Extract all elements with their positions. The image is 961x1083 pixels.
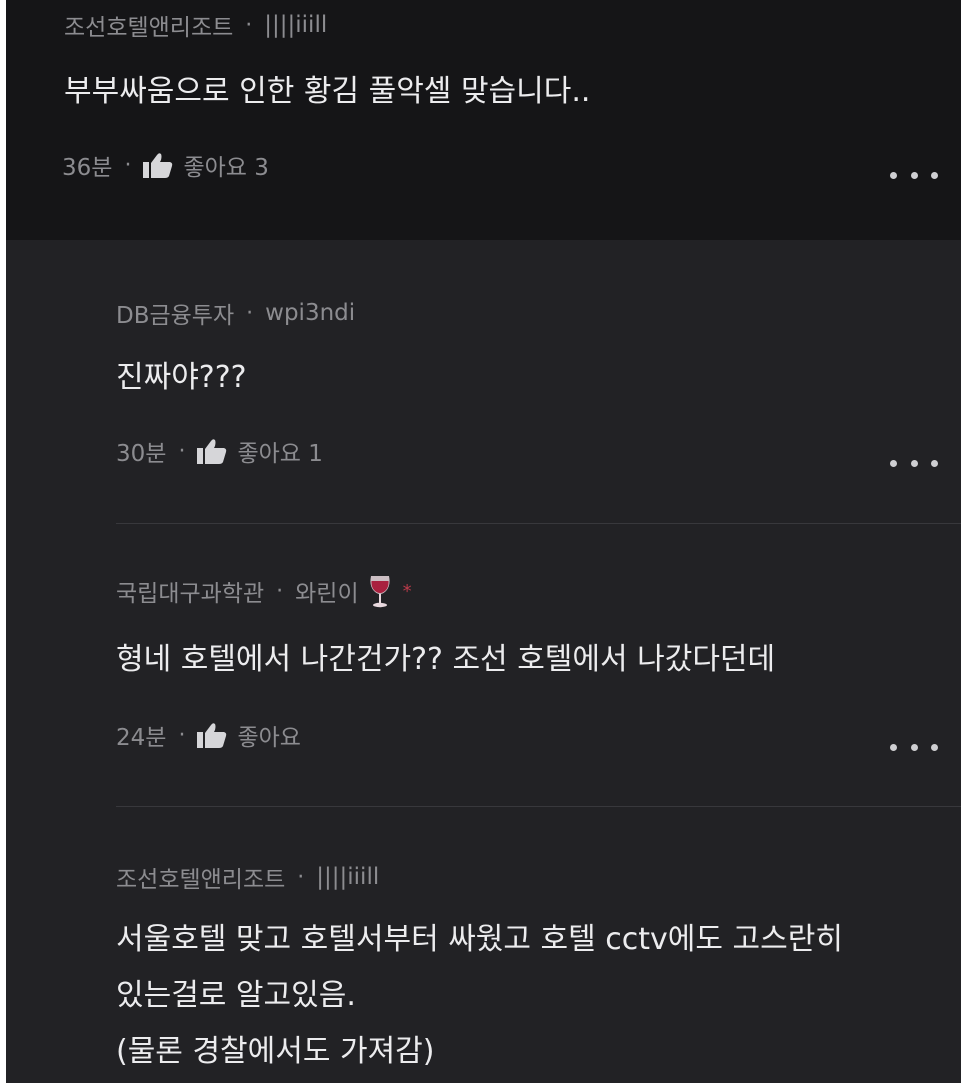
more-options-icon (890, 459, 897, 467)
comment-meta: DB금융투자 · wpi3ndi (116, 296, 355, 330)
more-options-button[interactable] (890, 168, 938, 182)
meta-separator: · (297, 864, 305, 890)
meta-separator: · (276, 578, 284, 604)
comment-text-line: 부부싸움으로 인한 황김 풀악셀 맞습니다.. (64, 74, 591, 109)
comment-time: 24분 (116, 725, 167, 751)
badge-marker: * (402, 580, 412, 602)
like-button[interactable]: 좋아요 1 (197, 434, 323, 468)
comment-footer: 30분 · 좋아요 1 (116, 434, 323, 468)
wine-glass-icon (370, 576, 390, 608)
comment-text: 부부싸움으로 인한 황김 풀악셀 맞습니다.. (64, 64, 590, 120)
author-handle[interactable]: 와린이 (295, 574, 358, 608)
meta-separator: · (245, 12, 253, 38)
author-name[interactable]: 조선호텔앤리조트 (64, 8, 233, 42)
meta-separator: · (178, 438, 186, 464)
like-count: 좋아요 1 (237, 441, 323, 467)
comment-text: 형네 호텔에서 나간건가?? 조선 호텔에서 나갔다던데 (116, 632, 775, 688)
comment-time: 36분 (62, 155, 113, 181)
author-name[interactable]: DB금융투자 (116, 296, 234, 330)
comment-meta: 국립대구과학관 · 와린이 * (116, 574, 412, 608)
more-options-icon (890, 171, 897, 179)
meta-separator: · (178, 722, 186, 748)
author-handle[interactable]: ||||iiill (264, 12, 327, 38)
like-button[interactable]: 좋아요 (197, 718, 301, 752)
comment-text-line: 있는걸로 알고있음. (116, 978, 356, 1013)
comment-text-line: 진짜야??? (116, 360, 247, 395)
meta-separator: · (246, 300, 254, 326)
replies-section: DB금융투자 · wpi3ndi 진짜야??? 30분 · 좋아요 1 국립대구… (6, 240, 961, 1083)
more-options-button[interactable] (890, 740, 938, 754)
more-options-button[interactable] (890, 456, 938, 470)
divider (116, 523, 961, 524)
thumbs-up-icon (197, 439, 227, 464)
thumbs-up-icon (143, 153, 173, 178)
meta-separator: · (124, 152, 132, 178)
author-handle[interactable]: ||||iiill (316, 864, 379, 890)
divider (116, 806, 961, 807)
author-name[interactable]: 국립대구과학관 (116, 574, 264, 608)
comment-text-line: 형네 호텔에서 나간건가?? 조선 호텔에서 나갔다던데 (116, 642, 776, 677)
comment-text-line: (물론 경찰에서도 가져감) (116, 1034, 435, 1069)
comment-meta: 조선호텔앤리조트 · ||||iiill (116, 860, 379, 894)
comment-text-line: 서울호텔 맞고 호텔서부터 싸웠고 호텔 cctv에도 고스란히 (116, 922, 843, 957)
top-comment: 조선호텔앤리조트 · ||||iiill 부부싸움으로 인한 황김 풀악셀 맞습… (6, 0, 961, 240)
comment-footer: 24분 · 좋아요 (116, 718, 301, 752)
comment-footer: 36분 · 좋아요 3 (62, 148, 269, 182)
comment-thread: 조선호텔앤리조트 · ||||iiill 부부싸움으로 인한 황김 풀악셀 맞습… (6, 0, 961, 1083)
like-count: 좋아요 (237, 725, 301, 751)
like-button[interactable]: 좋아요 3 (143, 148, 269, 182)
comment-meta: 조선호텔앤리조트 · ||||iiill (64, 8, 327, 42)
author-handle[interactable]: wpi3ndi (265, 300, 355, 326)
thumbs-up-icon (197, 723, 227, 748)
more-options-icon (890, 743, 897, 751)
comment-text: 서울호텔 맞고 호텔서부터 싸웠고 호텔 cctv에도 고스란히 있는걸로 알고… (116, 912, 843, 1080)
author-name[interactable]: 조선호텔앤리조트 (116, 860, 285, 894)
comment-time: 30분 (116, 441, 167, 467)
comment-text: 진짜야??? (116, 350, 247, 406)
like-count: 좋아요 3 (183, 155, 269, 181)
